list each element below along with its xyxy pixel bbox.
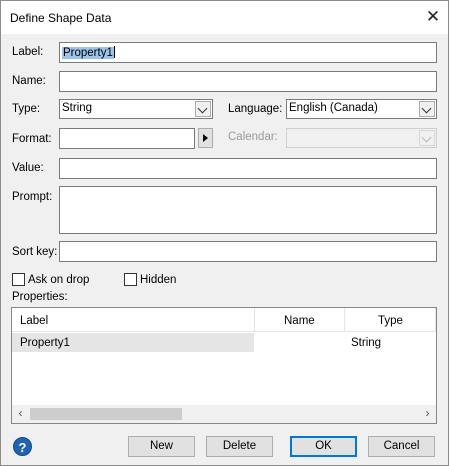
ask-on-drop-checkbox[interactable] [12, 273, 25, 286]
define-shape-data-dialog: Define Shape Data ✕ Label: Property1 Nam… [0, 0, 449, 466]
row-type-cell: String [351, 337, 382, 349]
label-input[interactable]: Property1 [59, 42, 437, 63]
sort-key-field-label: Sort key: [12, 246, 58, 258]
scroll-right-icon[interactable]: › [419, 405, 436, 423]
ask-on-drop-label[interactable]: Ask on drop [28, 274, 89, 286]
type-dropdown-value: String [62, 102, 93, 114]
chevron-down-icon[interactable] [195, 101, 211, 117]
ok-button[interactable]: OK [290, 436, 357, 457]
value-field-label: Value: [12, 162, 44, 174]
column-header-label[interactable]: Label [12, 308, 255, 332]
calendar-field-label: Calendar: [228, 131, 278, 143]
hidden-label[interactable]: Hidden [140, 274, 176, 286]
label-input-value: Property1 [62, 47, 114, 59]
row-label-cell: Property1 [20, 337, 70, 349]
delete-button[interactable]: Delete [206, 436, 273, 457]
triangle-right-icon [203, 134, 208, 142]
format-input[interactable] [59, 128, 195, 149]
column-header-name[interactable]: Name [255, 308, 345, 332]
prompt-textarea[interactable] [59, 186, 437, 234]
type-dropdown[interactable]: String [59, 99, 213, 119]
prompt-field-label: Prompt: [12, 191, 53, 203]
horizontal-scrollbar[interactable]: ‹ › [12, 405, 436, 423]
format-field-label: Format: [12, 133, 52, 145]
title-bar: Define Shape Data ✕ [1, 1, 448, 34]
scroll-left-icon[interactable]: ‹ [12, 405, 29, 423]
name-input[interactable] [59, 71, 437, 92]
cancel-button[interactable]: Cancel [368, 436, 435, 457]
close-icon[interactable]: ✕ [423, 8, 443, 26]
chevron-down-icon [419, 130, 435, 146]
name-field-label: Name: [12, 75, 46, 87]
new-button[interactable]: New [128, 436, 195, 457]
language-dropdown-value: English (Canada) [289, 102, 378, 114]
scrollbar-thumb[interactable] [30, 408, 182, 420]
properties-heading: Properties: [12, 291, 68, 303]
help-icon[interactable]: ? [13, 437, 32, 456]
sort-key-input[interactable] [59, 241, 437, 262]
calendar-dropdown [286, 128, 437, 148]
text-cursor [113, 46, 115, 58]
value-input[interactable] [59, 158, 437, 179]
language-field-label: Language: [228, 103, 283, 115]
type-field-label: Type: [12, 103, 41, 115]
hidden-checkbox[interactable] [124, 273, 137, 286]
column-header-type[interactable]: Type [345, 308, 436, 332]
format-picker-button[interactable] [198, 128, 213, 148]
chevron-down-icon[interactable] [419, 101, 435, 117]
dialog-title: Define Shape Data [10, 11, 112, 25]
properties-list[interactable]: Label Name Type Property1 String ‹ › [11, 307, 437, 424]
language-dropdown[interactable]: English (Canada) [286, 99, 437, 119]
label-field-label: Label: [12, 46, 44, 58]
